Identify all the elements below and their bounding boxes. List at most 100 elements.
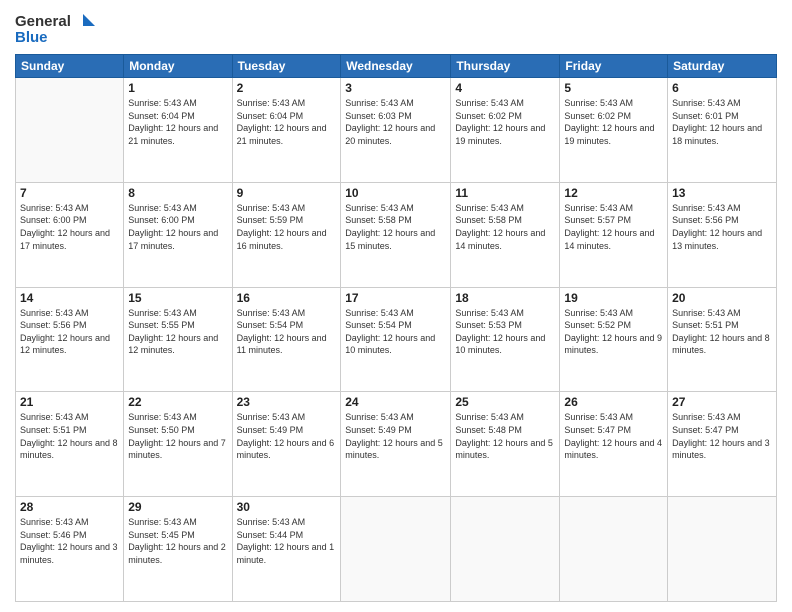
day-info: Sunrise: 5:43 AMSunset: 6:00 PMDaylight:… [20, 202, 119, 252]
day-number: 10 [345, 186, 446, 200]
calendar-cell: 21 Sunrise: 5:43 AMSunset: 5:51 PMDayligh… [16, 392, 124, 497]
logo-svg: GeneralBlue [15, 10, 95, 48]
calendar-cell [560, 497, 668, 602]
day-info: Sunrise: 5:43 AMSunset: 5:56 PMDaylight:… [20, 307, 119, 357]
calendar-cell: 23 Sunrise: 5:43 AMSunset: 5:49 PMDayligh… [232, 392, 341, 497]
header: GeneralBlue [15, 10, 777, 48]
day-info: Sunrise: 5:43 AMSunset: 5:53 PMDaylight:… [455, 307, 555, 357]
day-info: Sunrise: 5:43 AMSunset: 5:49 PMDaylight:… [345, 411, 446, 461]
day-info: Sunrise: 5:43 AMSunset: 6:00 PMDaylight:… [128, 202, 227, 252]
day-info: Sunrise: 5:43 AMSunset: 5:49 PMDaylight:… [237, 411, 337, 461]
day-info: Sunrise: 5:43 AMSunset: 5:45 PMDaylight:… [128, 516, 227, 566]
calendar-cell: 7 Sunrise: 5:43 AMSunset: 6:00 PMDaylight… [16, 182, 124, 287]
day-number: 26 [564, 395, 663, 409]
calendar-cell: 14 Sunrise: 5:43 AMSunset: 5:56 PMDayligh… [16, 287, 124, 392]
day-info: Sunrise: 5:43 AMSunset: 5:48 PMDaylight:… [455, 411, 555, 461]
day-number: 21 [20, 395, 119, 409]
day-info: Sunrise: 5:43 AMSunset: 5:44 PMDaylight:… [237, 516, 337, 566]
weekday-header-friday: Friday [560, 55, 668, 78]
calendar-cell: 3 Sunrise: 5:43 AMSunset: 6:03 PMDaylight… [341, 78, 451, 183]
calendar-cell: 30 Sunrise: 5:43 AMSunset: 5:44 PMDayligh… [232, 497, 341, 602]
day-number: 4 [455, 81, 555, 95]
day-info: Sunrise: 5:43 AMSunset: 5:52 PMDaylight:… [564, 307, 663, 357]
calendar-cell [451, 497, 560, 602]
page: GeneralBlue SundayMondayTuesdayWednesday… [0, 0, 792, 612]
calendar-cell: 12 Sunrise: 5:43 AMSunset: 5:57 PMDayligh… [560, 182, 668, 287]
day-number: 9 [237, 186, 337, 200]
calendar-cell: 5Sunrise: 5:43 AMSunset: 6:02 PMDaylight… [560, 78, 668, 183]
calendar-cell: 24 Sunrise: 5:43 AMSunset: 5:49 PMDayligh… [341, 392, 451, 497]
day-info: Sunrise: 5:43 AMSunset: 5:47 PMDaylight:… [564, 411, 663, 461]
calendar-cell: 25 Sunrise: 5:43 AMSunset: 5:48 PMDayligh… [451, 392, 560, 497]
calendar-cell: 4 Sunrise: 5:43 AMSunset: 6:02 PMDaylight… [451, 78, 560, 183]
calendar-cell: 1 Sunrise: 5:43 AMSunset: 6:04 PMDaylight… [124, 78, 232, 183]
calendar-cell: 2 Sunrise: 5:43 AMSunset: 6:04 PMDaylight… [232, 78, 341, 183]
day-info: Sunrise: 5:43 AMSunset: 6:02 PMDaylight:… [564, 97, 663, 147]
day-info: Sunrise: 5:43 AMSunset: 5:59 PMDaylight:… [237, 202, 337, 252]
day-info: Sunrise: 5:43 AMSunset: 5:46 PMDaylight:… [20, 516, 119, 566]
day-number: 12 [564, 186, 663, 200]
day-info: Sunrise: 5:43 AMSunset: 5:51 PMDaylight:… [672, 307, 772, 357]
calendar-cell: 28 Sunrise: 5:43 AMSunset: 5:46 PMDayligh… [16, 497, 124, 602]
calendar-cell: 16 Sunrise: 5:43 AMSunset: 5:54 PMDayligh… [232, 287, 341, 392]
day-number: 25 [455, 395, 555, 409]
calendar-cell: 18Sunrise: 5:43 AMSunset: 5:53 PMDayligh… [451, 287, 560, 392]
day-number: 7 [20, 186, 119, 200]
day-info: Sunrise: 5:43 AMSunset: 5:47 PMDaylight:… [672, 411, 772, 461]
calendar-cell: 9 Sunrise: 5:43 AMSunset: 5:59 PMDaylight… [232, 182, 341, 287]
calendar-cell: 22 Sunrise: 5:43 AMSunset: 5:50 PMDayligh… [124, 392, 232, 497]
day-number: 14 [20, 291, 119, 305]
calendar-cell: 15Sunrise: 5:43 AMSunset: 5:55 PMDayligh… [124, 287, 232, 392]
day-number: 17 [345, 291, 446, 305]
calendar-cell: 19 Sunrise: 5:43 AMSunset: 5:52 PMDayligh… [560, 287, 668, 392]
day-number: 22 [128, 395, 227, 409]
weekday-header-monday: Monday [124, 55, 232, 78]
day-info: Sunrise: 5:43 AMSunset: 6:03 PMDaylight:… [345, 97, 446, 147]
weekday-header-thursday: Thursday [451, 55, 560, 78]
day-number: 24 [345, 395, 446, 409]
day-number: 23 [237, 395, 337, 409]
svg-text:General: General [15, 13, 71, 30]
calendar-cell: 10 Sunrise: 5:43 AMSunset: 5:58 PMDayligh… [341, 182, 451, 287]
day-info: Sunrise: 5:43 AMSunset: 5:54 PMDaylight:… [237, 307, 337, 357]
day-number: 30 [237, 500, 337, 514]
calendar-cell [668, 497, 777, 602]
calendar-cell: 20 Sunrise: 5:43 AMSunset: 5:51 PMDayligh… [668, 287, 777, 392]
weekday-header-saturday: Saturday [668, 55, 777, 78]
day-info: Sunrise: 5:43 AMSunset: 5:50 PMDaylight:… [128, 411, 227, 461]
day-number: 3 [345, 81, 446, 95]
calendar-cell: 11 Sunrise: 5:43 AMSunset: 5:58 PMDayligh… [451, 182, 560, 287]
day-number: 8 [128, 186, 227, 200]
day-number: 1 [128, 81, 227, 95]
day-number: 19 [564, 291, 663, 305]
day-info: Sunrise: 5:43 AMSunset: 6:01 PMDaylight:… [672, 97, 772, 147]
day-info: Sunrise: 5:43 AMSunset: 5:57 PMDaylight:… [564, 202, 663, 252]
calendar-cell: 29 Sunrise: 5:43 AMSunset: 5:45 PMDayligh… [124, 497, 232, 602]
day-info: Sunrise: 5:43 AMSunset: 6:04 PMDaylight:… [237, 97, 337, 147]
weekday-header-wednesday: Wednesday [341, 55, 451, 78]
calendar-cell: 26 Sunrise: 5:43 AMSunset: 5:47 PMDayligh… [560, 392, 668, 497]
day-info: Sunrise: 5:43 AMSunset: 5:58 PMDaylight:… [345, 202, 446, 252]
calendar-cell: 27Sunrise: 5:43 AMSunset: 5:47 PMDayligh… [668, 392, 777, 497]
day-number: 16 [237, 291, 337, 305]
day-number: 28 [20, 500, 119, 514]
day-number: 11 [455, 186, 555, 200]
day-number: 15 [128, 291, 227, 305]
calendar-cell [341, 497, 451, 602]
day-info: Sunrise: 5:43 AMSunset: 6:02 PMDaylight:… [455, 97, 555, 147]
day-number: 20 [672, 291, 772, 305]
calendar-cell: 6Sunrise: 5:43 AMSunset: 6:01 PMDaylight… [668, 78, 777, 183]
day-number: 2 [237, 81, 337, 95]
calendar-cell: 17 Sunrise: 5:43 AMSunset: 5:54 PMDayligh… [341, 287, 451, 392]
day-info: Sunrise: 5:43 AMSunset: 5:51 PMDaylight:… [20, 411, 119, 461]
day-number: 13 [672, 186, 772, 200]
day-number: 29 [128, 500, 227, 514]
week-row-2: 7 Sunrise: 5:43 AMSunset: 6:00 PMDaylight… [16, 182, 777, 287]
day-info: Sunrise: 5:43 AMSunset: 5:54 PMDaylight:… [345, 307, 446, 357]
calendar-cell: 8 Sunrise: 5:43 AMSunset: 6:00 PMDaylight… [124, 182, 232, 287]
week-row-3: 14 Sunrise: 5:43 AMSunset: 5:56 PMDayligh… [16, 287, 777, 392]
svg-text:Blue: Blue [15, 29, 48, 46]
day-info: Sunrise: 5:43 AMSunset: 5:58 PMDaylight:… [455, 202, 555, 252]
day-info: Sunrise: 5:43 AMSunset: 6:04 PMDaylight:… [128, 97, 227, 147]
calendar-table: SundayMondayTuesdayWednesdayThursdayFrid… [15, 54, 777, 602]
